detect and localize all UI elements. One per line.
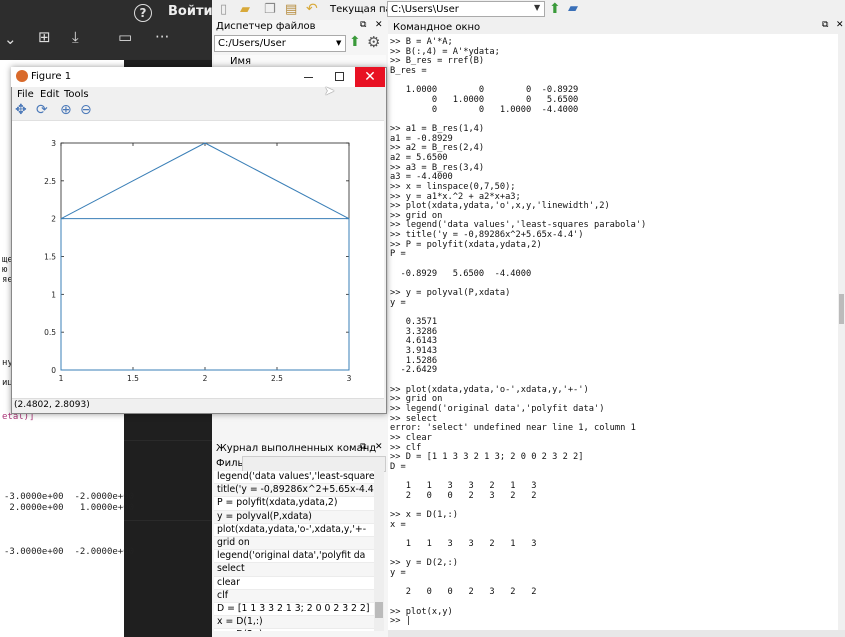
history-item[interactable]: grid on: [214, 536, 374, 551]
cursor-coordinates: (2.4802, 2.8093): [14, 400, 90, 410]
history-item[interactable]: P = polyfit(xdata,ydata,2): [214, 497, 374, 511]
history-item[interactable]: select: [214, 563, 374, 577]
folder-up-icon[interactable]: ⬆: [349, 34, 361, 50]
help-icon[interactable]: ?: [134, 4, 152, 22]
rotate-icon[interactable]: ⟳: [36, 102, 48, 118]
minimize-icon: [304, 77, 313, 78]
y-tick-label: 2.5: [44, 177, 56, 186]
y-tick-label: 0: [51, 366, 56, 375]
pan-icon[interactable]: ✥: [15, 102, 27, 118]
file-column-name: Имя: [230, 56, 252, 67]
paste-icon[interactable]: ▤: [285, 2, 297, 17]
command-window-title: Командное окно: [393, 22, 481, 33]
history-item[interactable]: clf: [214, 589, 374, 603]
command-window[interactable]: >> B = A'*A; >> B(:,4) = A'*ydata; >> B_…: [388, 34, 838, 632]
close-icon[interactable]: ✕: [375, 20, 383, 30]
chevron-down-icon[interactable]: ⌄: [4, 30, 17, 48]
history-item[interactable]: legend('data values','least-square: [214, 471, 374, 485]
history-filter-input[interactable]: [242, 456, 386, 472]
y-tick-label: 1.5: [44, 253, 56, 262]
history-item[interactable]: y = polyval(P,xdata): [214, 510, 374, 524]
y-tick-label: 2: [51, 215, 56, 224]
browse-folder-icon[interactable]: ▰: [568, 1, 578, 16]
bottom-tab-strip[interactable]: [388, 630, 845, 637]
history-title: Журнал выполненных команд: [216, 443, 377, 454]
undo-icon[interactable]: ↶: [306, 1, 318, 17]
left-snippet: 2.0000e+00 1.0000e+00: [4, 503, 135, 513]
new-file-icon[interactable]: ▯: [220, 2, 227, 17]
x-tick-label: 1.5: [127, 374, 139, 383]
download-icon[interactable]: ⤓: [72, 28, 79, 46]
y-tick-label: 1: [51, 290, 56, 299]
undock-icon[interactable]: ⧉: [822, 20, 828, 30]
history-item[interactable]: title('y = -0,89286x^2+5.65x-4.4': [214, 484, 374, 498]
chevron-down-icon[interactable]: ▼: [534, 3, 540, 12]
command-output: >> B = A'*A; >> B(:,4) = A'*ydata; >> B_…: [390, 37, 647, 627]
figure-title: Figure 1: [31, 71, 72, 82]
copy-icon[interactable]: ❐: [264, 2, 276, 17]
mouse-pointer-icon: ➤: [324, 84, 335, 99]
command-scrollbar[interactable]: [838, 34, 845, 632]
close-button[interactable]: ✕: [355, 67, 385, 87]
y-tick-label: 3: [51, 139, 56, 148]
folder-up-icon[interactable]: ⬆: [549, 1, 561, 17]
close-icon[interactable]: ✕: [375, 442, 383, 452]
undock-icon[interactable]: ⧉: [360, 20, 366, 30]
history-item[interactable]: clear: [214, 577, 374, 590]
current-folder-input[interactable]: C:\Users\User: [387, 1, 545, 17]
undock-icon[interactable]: ⧉: [360, 442, 366, 452]
file-browser-path[interactable]: C:/Users/User: [214, 35, 346, 52]
login-button[interactable]: Войти: [168, 4, 213, 19]
minimize-button[interactable]: [300, 69, 320, 83]
left-snippet: -3.0000e+00 -2.0000e+00: [4, 547, 135, 557]
x-tick-label: 2: [203, 374, 208, 383]
figure-canvas[interactable]: 1 1.5 2 2.5 3 0 0.5 1 1.5 2 2.5 3: [12, 121, 384, 398]
octave-logo-icon: [16, 70, 28, 82]
left-snippet: -3.0000e+00 -2.0000e+00: [4, 492, 135, 502]
maximize-icon: [335, 72, 344, 81]
history-scroll-thumb[interactable]: [375, 602, 383, 618]
menu-edit[interactable]: Edit: [40, 89, 59, 100]
zoom-out-icon[interactable]: ⊖: [80, 102, 92, 118]
file-browser-title: Диспетчер файлов: [216, 21, 316, 32]
x-tick-label: 2.5: [271, 374, 283, 383]
more-icon[interactable]: ···: [155, 28, 169, 46]
menu-file[interactable]: File: [17, 89, 34, 100]
history-item[interactable]: x = D(1,:): [214, 616, 374, 630]
command-scroll-thumb[interactable]: [839, 294, 844, 324]
layout-icon[interactable]: ⊞: [38, 28, 51, 46]
history-item[interactable]: plot(xdata,ydata,'o-',xdata,y,'+-: [214, 524, 374, 537]
plot-axes-box: [60, 142, 350, 371]
history-item[interactable]: legend('original data','polyfit da: [214, 550, 374, 564]
gear-icon[interactable]: ⚙: [367, 33, 380, 51]
menu-tools[interactable]: Tools: [64, 89, 89, 100]
chevron-down-icon[interactable]: ▼: [336, 39, 341, 47]
history-list: legend('data values','least-square title(…: [214, 471, 374, 631]
zoom-in-icon[interactable]: ⊕: [60, 102, 72, 118]
x-tick-label: 1: [59, 374, 64, 383]
close-icon[interactable]: ✕: [836, 20, 844, 30]
line-plot[interactable]: 1 1.5 2 2.5 3 0 0.5 1 1.5 2 2.5 3: [12, 121, 384, 398]
maximize-button[interactable]: [330, 69, 350, 83]
history-item[interactable]: y = D(2,:): [214, 629, 374, 631]
comment-icon[interactable]: ▭: [118, 28, 132, 46]
history-item[interactable]: D = [1 1 3 3 2 1 3; 2 0 0 2 3 2 2]: [214, 603, 374, 617]
y-tick-label: 0.5: [44, 328, 56, 337]
open-folder-icon[interactable]: ▰: [240, 2, 250, 17]
x-tick-label: 3: [347, 374, 352, 383]
